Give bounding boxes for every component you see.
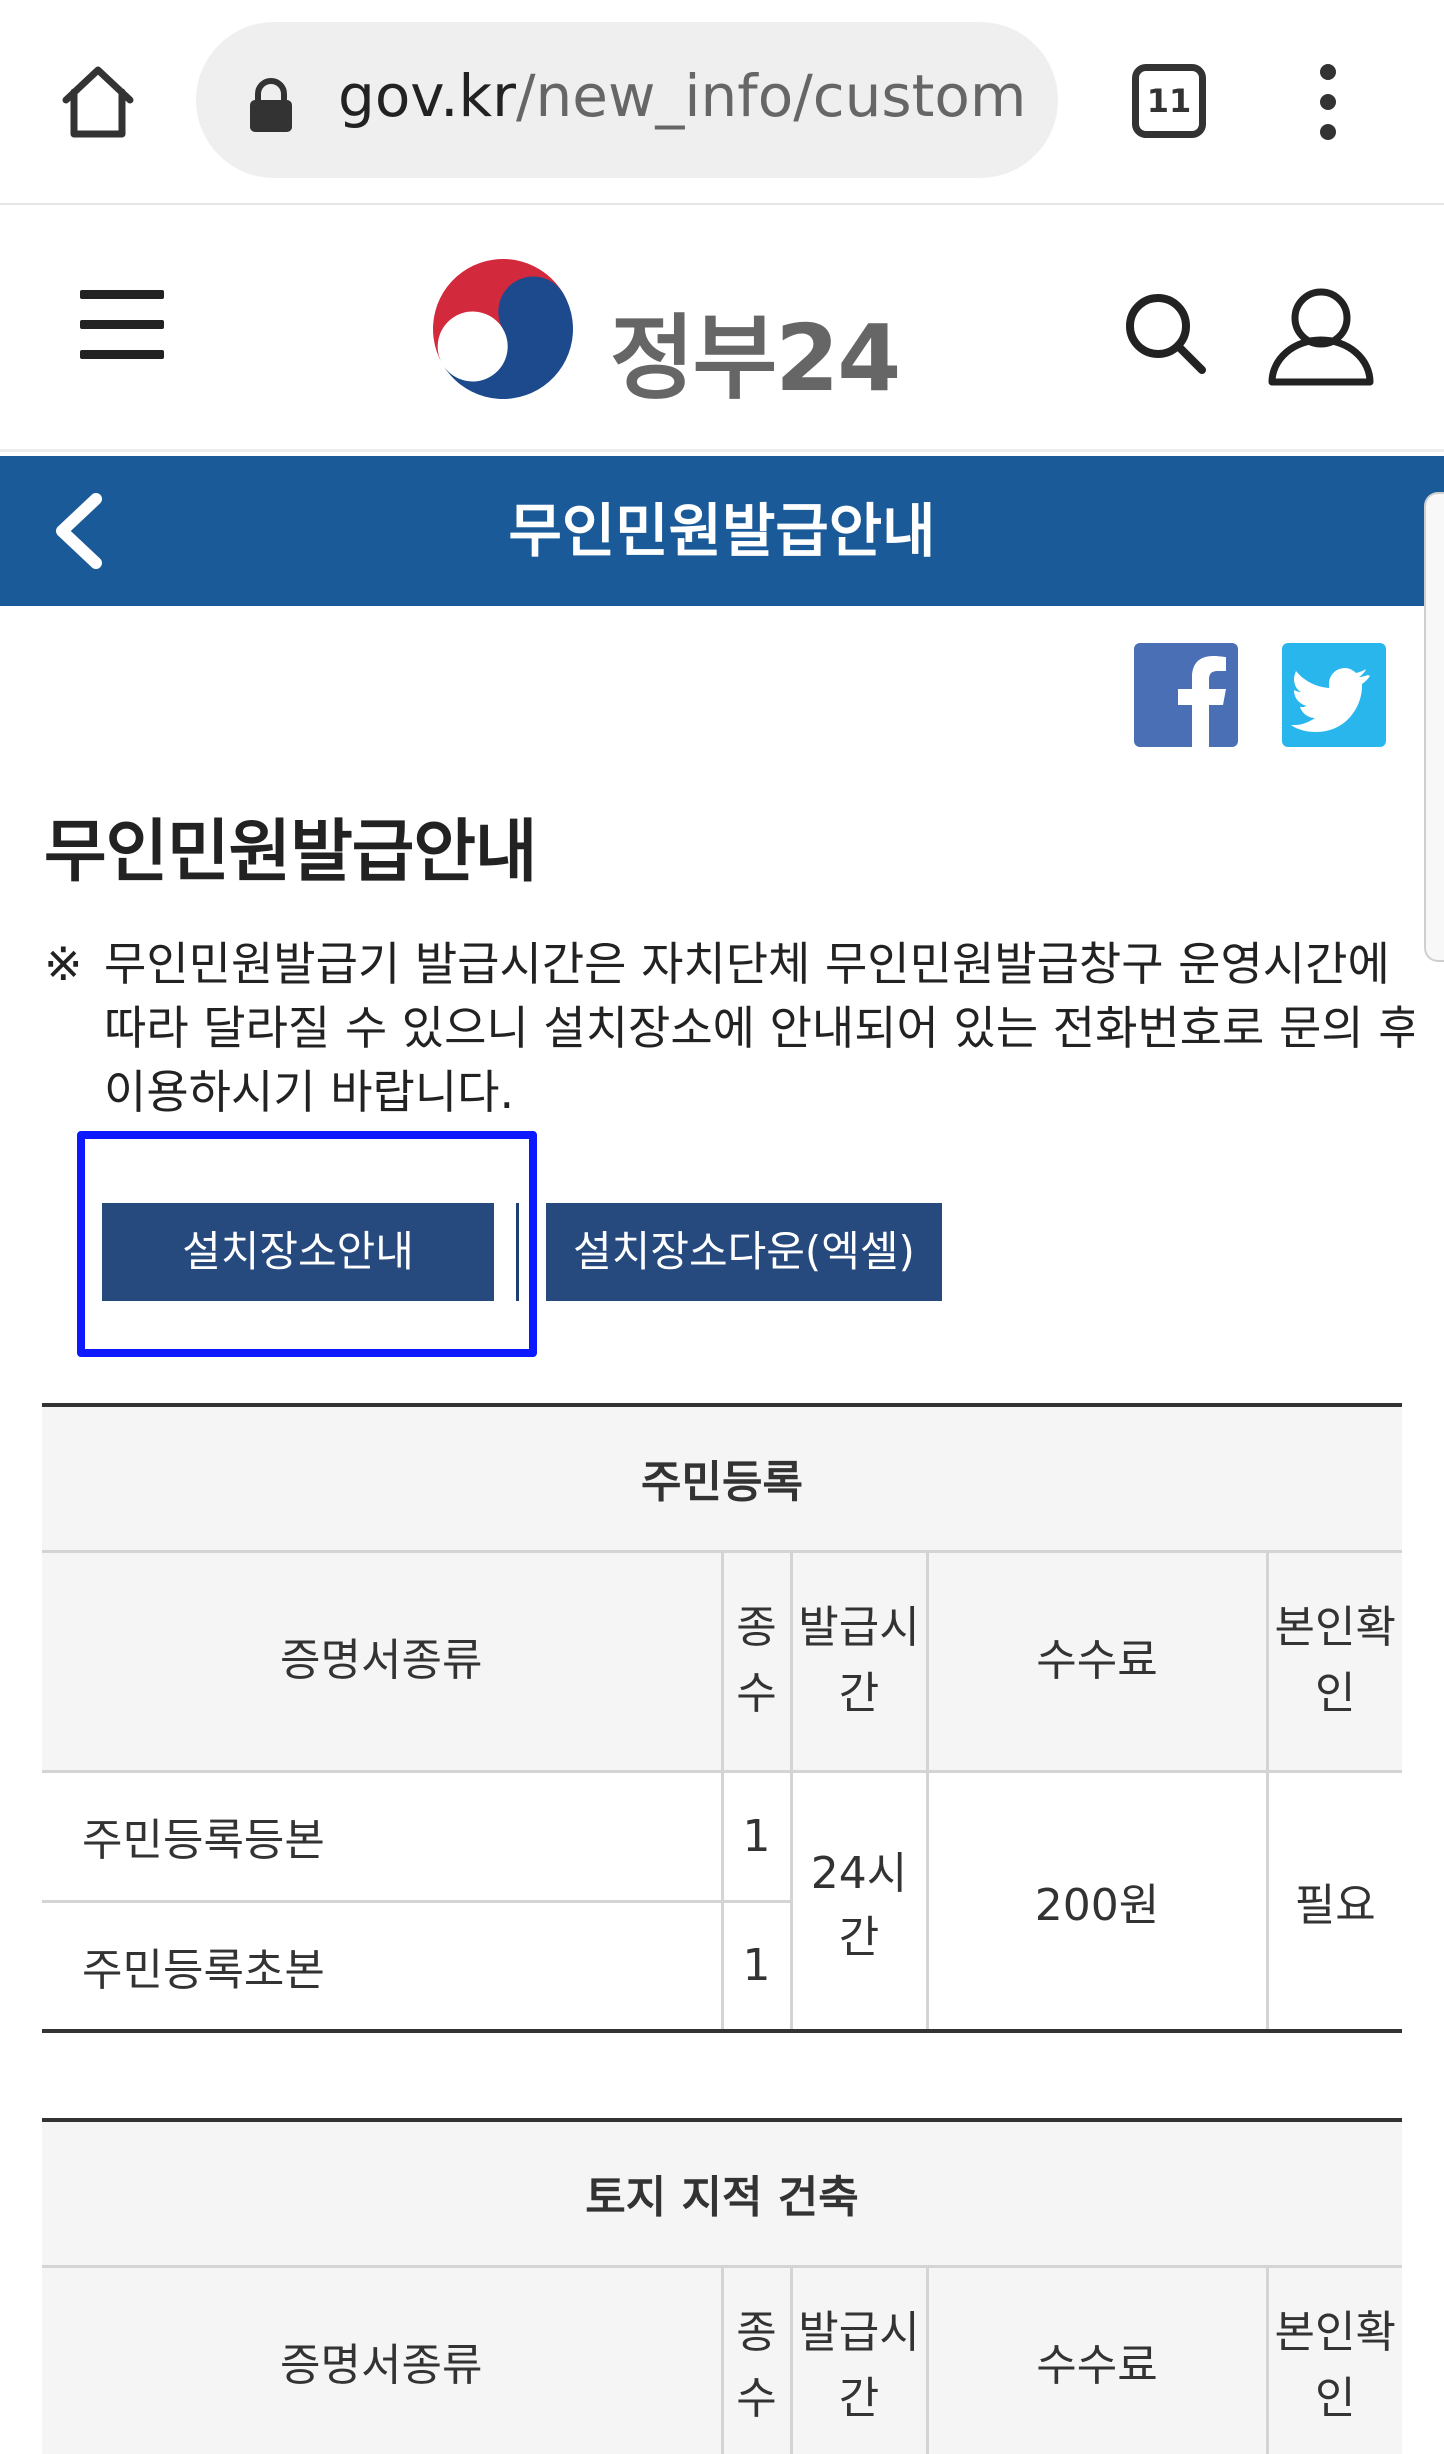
table-caption: 토지 지적 건축 xyxy=(42,2118,1402,2268)
land-building-table: 토지 지적 건축 증명서종류 종 수 발급시 간 수수료 본인확 인 xyxy=(42,2118,1402,2454)
url-bar[interactable]: gov.kr/new_info/custom xyxy=(196,22,1058,178)
highlight-box xyxy=(77,1131,537,1357)
notice-mark: ※ xyxy=(44,937,83,991)
col-header-identity: 본인확 인 xyxy=(1265,2264,1402,2454)
col-header-fee: 수수료 xyxy=(925,1549,1269,1773)
tab-count: 11 xyxy=(1146,82,1192,120)
table-cell-type: 주민등록등본 xyxy=(42,1769,724,1903)
col-header-type: 증명서종류 xyxy=(42,2264,724,2454)
tabs-icon[interactable]: 11 xyxy=(1132,64,1206,138)
table-caption: 주민등록 xyxy=(42,1403,1402,1553)
search-icon[interactable] xyxy=(1120,288,1210,378)
notice-body: 무인민원발급기 발급시간은 자치단체 무인민원발급창구 운영시간에 따라 달라질… xyxy=(104,937,1414,1119)
col-header-identity-text: 본인확 인 xyxy=(1274,1602,1396,1719)
col-header-hours-text: 발급시 간 xyxy=(798,1602,920,1719)
site-header: 정부24 xyxy=(0,212,1444,452)
col-header-identity-text: 본인확 인 xyxy=(1274,2307,1396,2424)
col-header-identity: 본인확 인 xyxy=(1265,1549,1402,1773)
table-cell-fee: 200원 xyxy=(925,1769,1269,2033)
col-header-hours: 발급시 간 xyxy=(789,2264,929,2454)
twitter-share-button[interactable] xyxy=(1282,643,1386,747)
content-heading: 무인민원발급안내 xyxy=(44,813,537,892)
col-header-count: 종 수 xyxy=(720,2264,793,2454)
scroll-indicator[interactable] xyxy=(1424,492,1444,962)
facebook-share-button[interactable] xyxy=(1134,643,1238,747)
table-cell-count: 1 xyxy=(720,1899,791,2033)
col-header-count-text: 종 수 xyxy=(736,2307,777,2424)
table-cell-hours: 24시간 xyxy=(789,1769,929,2033)
page-title: 무인민원발급안내 xyxy=(508,497,936,565)
menu-icon[interactable] xyxy=(80,290,164,360)
url-path: /new_info/custom xyxy=(516,62,1027,130)
more-vert-icon[interactable] xyxy=(1308,62,1348,142)
resident-registration-table: 주민등록 증명서종류 종 수 발급시 간 수수료 본인확 인 주민등록등본 1 … xyxy=(42,1403,1402,2033)
col-header-hours: 발급시 간 xyxy=(789,1549,929,1773)
table-cell-count: 1 xyxy=(720,1769,793,1903)
notice-text: ※ 무인민원발급기 발급시간은 자치단체 무인민원발급창구 운영시간에 따라 달… xyxy=(44,932,1414,1122)
lock-icon xyxy=(250,78,292,132)
col-header-hours-text: 발급시 간 xyxy=(798,2307,920,2424)
facebook-icon xyxy=(1178,656,1226,747)
url-host: gov.kr xyxy=(338,62,516,130)
twitter-icon xyxy=(1291,668,1370,732)
col-header-count: 종 수 xyxy=(720,1549,793,1773)
url-text: gov.kr/new_info/custom xyxy=(338,62,1026,130)
table-cell-type: 주민등록초본 xyxy=(42,1899,724,2033)
user-icon[interactable] xyxy=(1266,286,1376,386)
page-title-bar: 무인민원발급안내 xyxy=(0,456,1444,606)
location-download-button[interactable]: 설치장소다운(엑셀) xyxy=(546,1203,942,1301)
col-header-fee: 수수료 xyxy=(925,2264,1269,2454)
home-icon[interactable] xyxy=(58,62,138,142)
taegeuk-logo-icon xyxy=(431,257,575,401)
logo-text: 정부24 xyxy=(610,305,901,412)
table-cell-identity: 필요 xyxy=(1265,1769,1402,2033)
col-header-count-text: 종 수 xyxy=(736,1602,777,1719)
browser-toolbar: gov.kr/new_info/custom 11 xyxy=(0,0,1444,205)
col-header-type: 증명서종류 xyxy=(42,1549,724,1773)
